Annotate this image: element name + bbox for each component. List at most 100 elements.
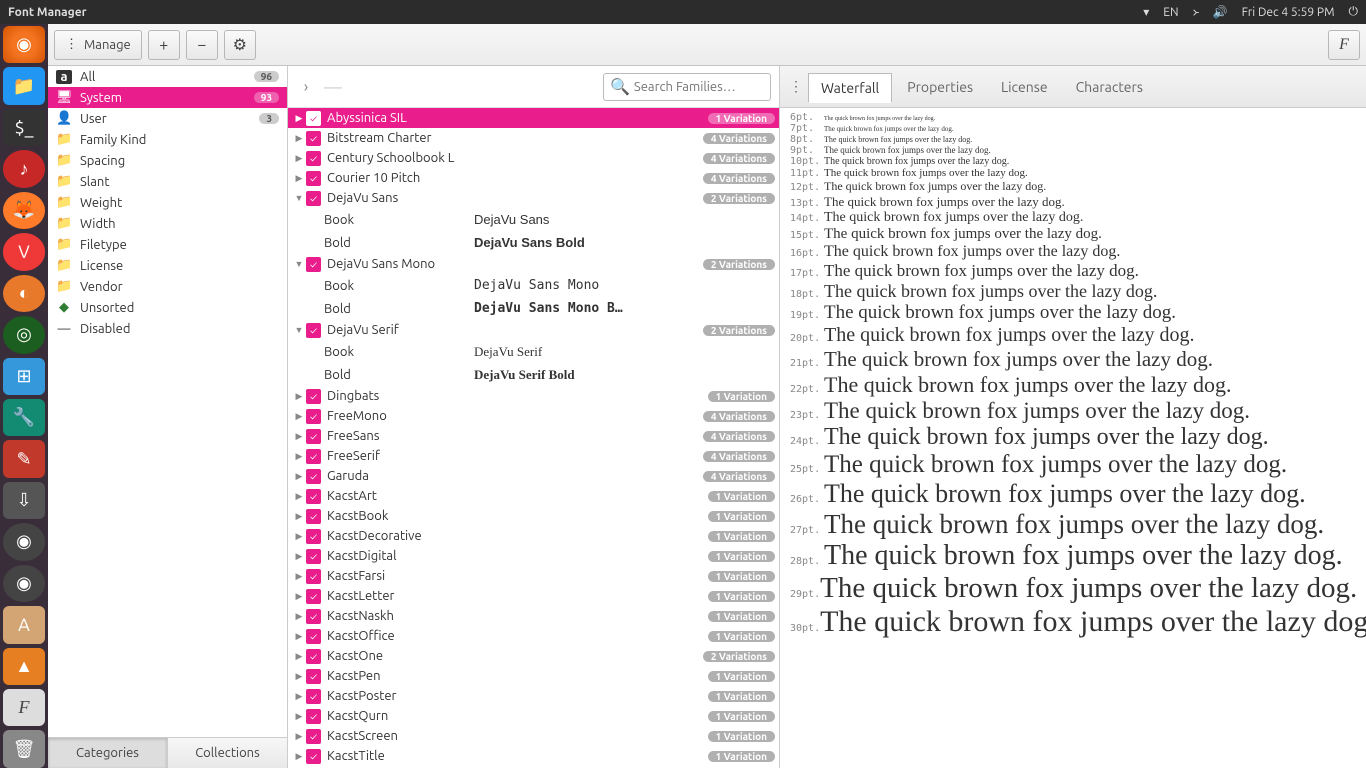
- font-family-row[interactable]: ▶KacstDigital1 Variation: [288, 546, 779, 566]
- font-checkbox[interactable]: [306, 589, 321, 604]
- font-family-row[interactable]: ▼DejaVu Sans2 Variations: [288, 188, 779, 208]
- expand-icon[interactable]: ▶: [292, 691, 306, 702]
- font-checkbox[interactable]: [306, 409, 321, 424]
- sidebar-item[interactable]: ◆Unsorted: [48, 297, 287, 318]
- sidebar-item[interactable]: 📁License: [48, 255, 287, 276]
- font-checkbox[interactable]: [306, 509, 321, 524]
- font-family-row[interactable]: ▶FreeSerif4 Variations: [288, 446, 779, 466]
- font-checkbox[interactable]: [306, 529, 321, 544]
- font-checkbox[interactable]: [306, 389, 321, 404]
- font-style-row[interactable]: BoldDejaVu Sans Bold: [288, 231, 779, 254]
- font-family-row[interactable]: ▶KacstOffice1 Variation: [288, 626, 779, 646]
- dock-firefox[interactable]: 🦊: [3, 192, 45, 229]
- preview-menu-icon[interactable]: ⋮: [786, 78, 806, 95]
- expand-icon[interactable]: ▶: [292, 471, 306, 482]
- expand-icon[interactable]: ▶: [292, 431, 306, 442]
- dock-drive[interactable]: ⇩: [3, 482, 45, 519]
- font-family-row[interactable]: ▶KacstOne2 Variations: [288, 646, 779, 666]
- collapse-icon[interactable]: ▼: [292, 259, 306, 269]
- font-checkbox[interactable]: [306, 609, 321, 624]
- font-family-row[interactable]: ▶Bitstream Charter4 Variations: [288, 128, 779, 148]
- dock-settings[interactable]: 🔧: [3, 399, 45, 436]
- settings-button[interactable]: ⚙: [224, 30, 256, 60]
- font-family-row[interactable]: ▶Abyssinica SIL1 Variation: [288, 108, 779, 128]
- expand-icon[interactable]: ▶: [292, 511, 306, 522]
- font-checkbox[interactable]: [306, 669, 321, 684]
- font-style-row[interactable]: BookDejaVu Sans: [288, 208, 779, 231]
- volume-icon[interactable]: 🔊: [1213, 5, 1228, 19]
- font-family-row[interactable]: ▶Century Schoolbook L4 Variations: [288, 148, 779, 168]
- font-checkbox[interactable]: [306, 729, 321, 744]
- expand-icon[interactable]: ▶: [292, 133, 306, 144]
- font-family-row[interactable]: ▶KacstLetter1 Variation: [288, 586, 779, 606]
- font-style-row[interactable]: BookDejaVu Serif: [288, 340, 779, 363]
- dock-files[interactable]: 📁: [3, 67, 45, 104]
- font-style-row[interactable]: BookDejaVu Sans Mono: [288, 274, 779, 297]
- dock-fontmanager[interactable]: F: [3, 689, 45, 726]
- expand-icon[interactable]: ▶: [292, 113, 306, 124]
- font-family-row[interactable]: ▼DejaVu Serif2 Variations: [288, 320, 779, 340]
- font-checkbox[interactable]: [306, 151, 321, 166]
- sidebar-item[interactable]: 👤User3: [48, 108, 287, 129]
- dock-screenshot[interactable]: ◎: [3, 316, 45, 353]
- font-checkbox[interactable]: [306, 131, 321, 146]
- font-checkbox[interactable]: [306, 629, 321, 644]
- preview-tab[interactable]: Properties: [894, 72, 986, 102]
- sidebar-item[interactable]: 🖥System93: [48, 87, 287, 108]
- expand-icon[interactable]: ▶: [292, 411, 306, 422]
- expand-icon[interactable]: ▶: [292, 551, 306, 562]
- font-family-row[interactable]: ▶KacstPen1 Variation: [288, 666, 779, 686]
- expand-icon[interactable]: ▶: [292, 591, 306, 602]
- font-family-row[interactable]: ▶FreeSans4 Variations: [288, 426, 779, 446]
- bluetooth-icon[interactable]: ᚛: [1193, 5, 1199, 19]
- font-checkbox[interactable]: [306, 429, 321, 444]
- font-family-row[interactable]: ▶KacstArt1 Variation: [288, 486, 779, 506]
- expand-icon[interactable]: ▶: [292, 731, 306, 742]
- font-checkbox[interactable]: [306, 323, 321, 338]
- dock-software[interactable]: A: [3, 606, 45, 643]
- expand-icon[interactable]: ▶: [292, 391, 306, 402]
- dock-music[interactable]: ♪: [3, 150, 45, 187]
- sidebar-item[interactable]: 📁Family Kind: [48, 129, 287, 150]
- expand-icon[interactable]: ▶: [292, 153, 306, 164]
- font-family-row[interactable]: ▶Courier 10 Pitch4 Variations: [288, 168, 779, 188]
- font-checkbox[interactable]: [306, 111, 321, 126]
- expand-icon[interactable]: ▶: [292, 711, 306, 722]
- preview-tab[interactable]: Waterfall: [808, 73, 892, 103]
- font-family-row[interactable]: ▶KacstFarsi1 Variation: [288, 566, 779, 586]
- font-preview-toggle[interactable]: F: [1328, 30, 1360, 60]
- sidebar-item[interactable]: 📁Vendor: [48, 276, 287, 297]
- dock-trash[interactable]: 🗑: [3, 730, 45, 767]
- dock-disc2[interactable]: ◉: [3, 565, 45, 602]
- expand-icon[interactable]: ▶: [292, 173, 306, 184]
- collections-tab[interactable]: Collections: [168, 738, 287, 768]
- font-family-row[interactable]: ▶Dingbats1 Variation: [288, 386, 779, 406]
- expand-icon[interactable]: ▶: [292, 611, 306, 622]
- expand-icon[interactable]: ▶: [292, 631, 306, 642]
- expand-icon[interactable]: ▶: [292, 491, 306, 502]
- font-family-row[interactable]: ▶KacstNaskh1 Variation: [288, 606, 779, 626]
- power-icon[interactable]: ⏻: [1349, 5, 1359, 19]
- font-style-row[interactable]: BoldDejaVu Serif Bold: [288, 363, 779, 386]
- dock-terminal[interactable]: $_: [3, 109, 45, 146]
- font-checkbox[interactable]: [306, 171, 321, 186]
- preview-tab[interactable]: License: [988, 72, 1061, 102]
- clock[interactable]: Fri Dec 4 5:59 PM: [1242, 6, 1335, 19]
- font-checkbox[interactable]: [306, 549, 321, 564]
- dock-puzzle[interactable]: ⊞: [3, 358, 45, 395]
- font-family-row[interactable]: ▶KacstQurn1 Variation: [288, 706, 779, 726]
- dock-app1[interactable]: ◐: [3, 275, 45, 312]
- font-checkbox[interactable]: [306, 709, 321, 724]
- sidebar-item[interactable]: 📁Slant: [48, 171, 287, 192]
- dock-vlc[interactable]: ▲: [3, 648, 45, 685]
- sidebar-item[interactable]: 📁Weight: [48, 192, 287, 213]
- font-checkbox[interactable]: [306, 569, 321, 584]
- font-checkbox[interactable]: [306, 257, 321, 272]
- font-family-row[interactable]: ▶KacstTitle1 Variation: [288, 746, 779, 766]
- font-style-row[interactable]: BoldDejaVu Sans Mono B…: [288, 297, 779, 320]
- expand-icon[interactable]: ▶: [292, 651, 306, 662]
- font-checkbox[interactable]: [306, 469, 321, 484]
- back-arrow-icon[interactable]: ›: [296, 78, 316, 96]
- sidebar-item[interactable]: 📁Spacing: [48, 150, 287, 171]
- search-box[interactable]: 🔍: [603, 73, 771, 101]
